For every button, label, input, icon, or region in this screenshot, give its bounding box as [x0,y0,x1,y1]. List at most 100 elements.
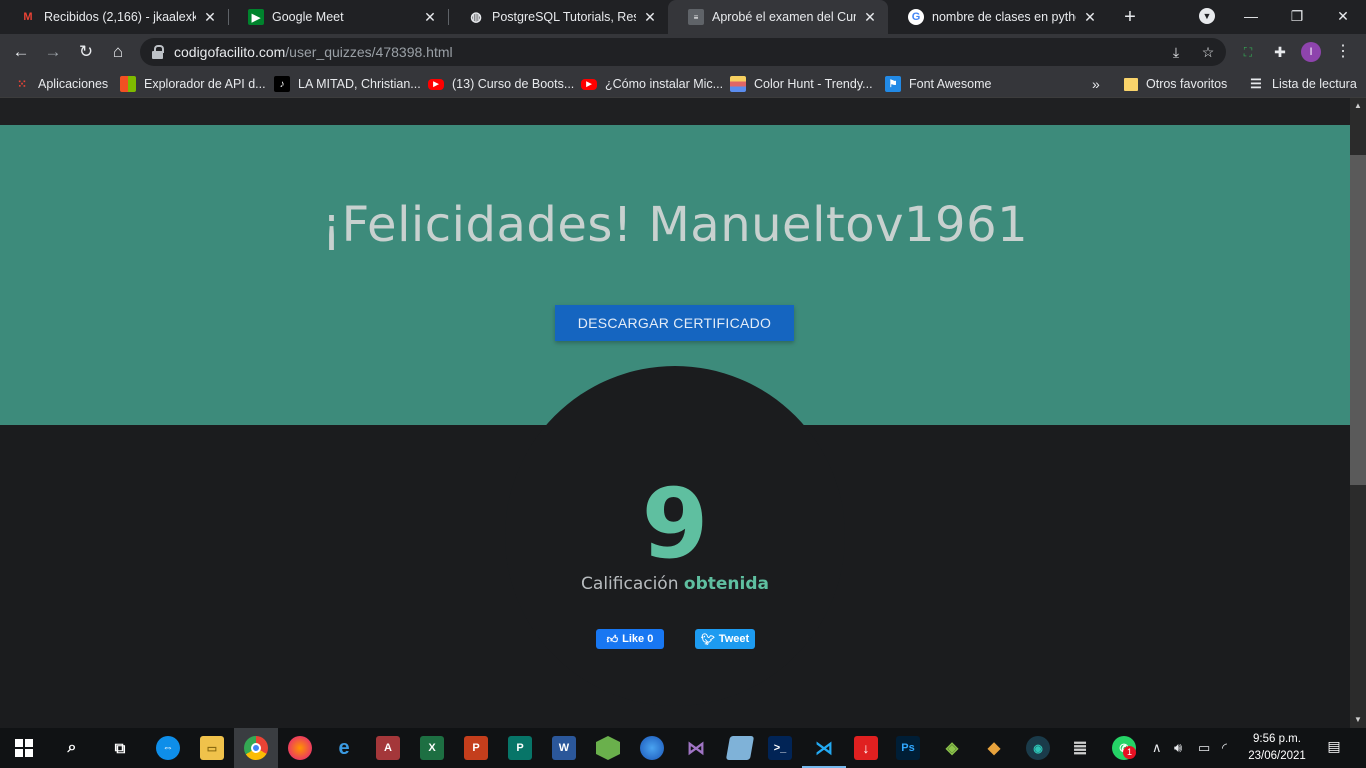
tab-google-search[interactable]: G nombre de clases en python ✕ [888,0,1108,34]
windows-start-icon[interactable] [12,736,36,760]
download-certificate-button[interactable]: DESCARGAR CERTIFICADO [555,305,794,341]
apps-grid-icon: ⁙ [16,77,28,91]
facebook-like-button[interactable]: 👍︎ Like 0 [596,629,664,649]
database-icon[interactable]: ≣ [1068,736,1092,760]
meet-icon: ▶ [248,9,264,25]
file-explorer-icon[interactable]: ▭ [200,736,224,760]
battery-icon[interactable]: ▭ [1198,728,1210,768]
excel-icon[interactable]: X [420,736,444,760]
home-button[interactable]: ⌂ [106,40,130,64]
install-app-icon[interactable]: ⤓ [1166,42,1186,62]
git-icon[interactable]: ◆ [982,736,1006,760]
microsoft-icon [120,76,136,92]
page-title: ¡Felicidades! Manueltov1961 [321,197,1029,253]
bookmarks-overflow-button[interactable]: » [1092,70,1100,98]
bookmark-folder-otros[interactable]: Otros favoritos [1124,70,1227,98]
close-icon[interactable]: ✕ [642,9,658,26]
access-icon[interactable]: A [376,736,400,760]
url-path: /user_quizzes/478398.html [285,44,453,60]
windows-logo-icon [15,739,33,757]
bookmark-aplicaciones[interactable]: ⁙ Aplicaciones [14,70,108,98]
vscode-icon[interactable]: ⋊ [802,736,846,768]
powerpoint-icon[interactable]: P [464,736,488,760]
bookmark-la-mitad[interactable]: ♪ LA MITAD, Christian... [274,70,421,98]
firefox-dev-icon[interactable] [640,736,664,760]
show-hidden-icons[interactable]: ∧ [1152,728,1162,768]
tab-codigofacilito[interactable]: ≡ Aprobé el examen del Curso p ✕ [668,0,888,34]
chrome-icon[interactable] [244,736,268,760]
bookmark-api-explorer[interactable]: Explorador de API d... [120,70,266,98]
nodejs-icon[interactable] [596,736,620,760]
windows-taskbar: ⌕ ⧉ ⇔ ▭ e A X P P W ⋈ >_ ⋊ ↓ Ps ◈ ◆ ◉ ≣ … [0,728,1366,768]
scroll-up-arrow[interactable]: ▲ [1350,98,1366,114]
bookmark-font-awesome[interactable]: ⚑ Font Awesome [885,70,991,98]
bookmark-label: (13) Curso de Boots... [452,77,575,91]
home-icon: ⌂ [112,42,124,61]
reload-button[interactable]: ↻ [74,40,98,64]
chevron-up-icon: ∧ [1152,740,1162,755]
app-diamond-icon[interactable]: ◈ [940,736,964,760]
tab-search-button[interactable]: ▼ [1184,0,1230,34]
new-tab-button[interactable]: + [1118,5,1142,29]
wifi-icon[interactable]: ◜ [1222,728,1227,768]
tab-postgresql[interactable]: ◍ PostgreSQL Tutorials, Resource ✕ [448,0,668,34]
scroll-down-arrow[interactable]: ▼ [1350,712,1366,728]
star-icon[interactable]: ☆ [1198,42,1218,62]
task-view-icon[interactable]: ⧉ [108,736,132,760]
score-value: 9 [641,468,709,580]
tweet-button[interactable]: 🐦︎ Tweet [695,629,755,649]
address-bar[interactable]: codigofacilito.com/user_quizzes/478398.h… [140,38,1226,66]
screenshot-extension-icon[interactable]: ⛶ [1238,42,1258,62]
bookmark-curso-bootstrap[interactable]: ▶ (13) Curso de Boots... [428,70,574,98]
puzzle-icon[interactable]: ✚ [1270,42,1290,62]
bookmark-como-instalar[interactable]: ▶ ¿Cómo instalar Mic... [581,70,723,98]
github-icon[interactable]: ◉ [1026,736,1050,760]
bookmark-label: Otros favoritos [1146,77,1228,91]
word-icon[interactable]: W [552,736,576,760]
bookmark-label: Color Hunt - Trendy... [754,77,873,91]
download-manager-icon[interactable]: ↓ [854,736,878,760]
tab-google-meet[interactable]: ▶ Google Meet ✕ [228,0,448,34]
powershell-icon[interactable]: >_ [768,736,792,760]
publisher-icon[interactable]: P [508,736,532,760]
kebab-menu-icon[interactable]: ⋮ [1333,42,1353,62]
restore-button[interactable]: ❐ [1274,0,1320,34]
back-button[interactable]: ← [9,40,33,64]
forward-button[interactable]: → [41,40,65,64]
bookmark-color-hunt[interactable]: Color Hunt - Trendy... [730,70,873,98]
reading-list-button[interactable]: ☰ Lista de lectura [1248,70,1357,98]
tab-title: PostgreSQL Tutorials, Resource [492,10,636,24]
visual-studio-icon[interactable]: ⋈ [684,736,708,760]
firefox-icon[interactable] [288,736,312,760]
site-header [0,98,1350,125]
close-window-button[interactable]: ✕ [1320,0,1366,34]
page-icon: ≡ [688,9,704,25]
close-icon[interactable]: ✕ [862,9,878,26]
edge-icon[interactable]: e [332,736,356,760]
reading-list-label: Lista de lectura [1272,77,1357,91]
reload-icon: ↻ [78,42,94,61]
score-label-text: Calificación [581,574,679,594]
tab-title: Aprobé el examen del Curso p [712,10,856,24]
photoshop-icon[interactable]: Ps [896,736,920,760]
volume-icon[interactable]: 🔊︎ [1174,728,1182,768]
score-label: Calificación obtenida [0,574,1350,594]
minimize-button[interactable]: — [1228,0,1274,34]
close-icon[interactable]: ✕ [202,9,218,26]
close-icon[interactable]: ✕ [1082,9,1098,26]
notification-center-icon[interactable]: ▤ [1324,738,1344,758]
close-icon[interactable]: ✕ [422,9,438,26]
clock[interactable]: 9:56 p.m. 23/06/2021 [1238,731,1316,765]
notepad-icon[interactable] [725,736,755,760]
teamviewer-icon[interactable]: ⇔ [156,736,180,760]
whatsapp-badge: 1 [1123,746,1136,759]
avatar[interactable]: I [1301,42,1321,62]
url-host: codigofacilito.com [174,44,286,60]
flag-icon: ⚑ [885,76,901,92]
scrollbar-thumb[interactable] [1350,155,1366,485]
bookmark-label: ¿Cómo instalar Mic... [605,77,724,91]
tab-title: Google Meet [272,10,344,24]
search-icon[interactable]: ⌕ [60,736,84,760]
tab-title: nombre de clases en python [932,10,1076,24]
tab-gmail[interactable]: M Recibidos (2,166) - jkaalexkei@ ✕ [0,0,228,34]
